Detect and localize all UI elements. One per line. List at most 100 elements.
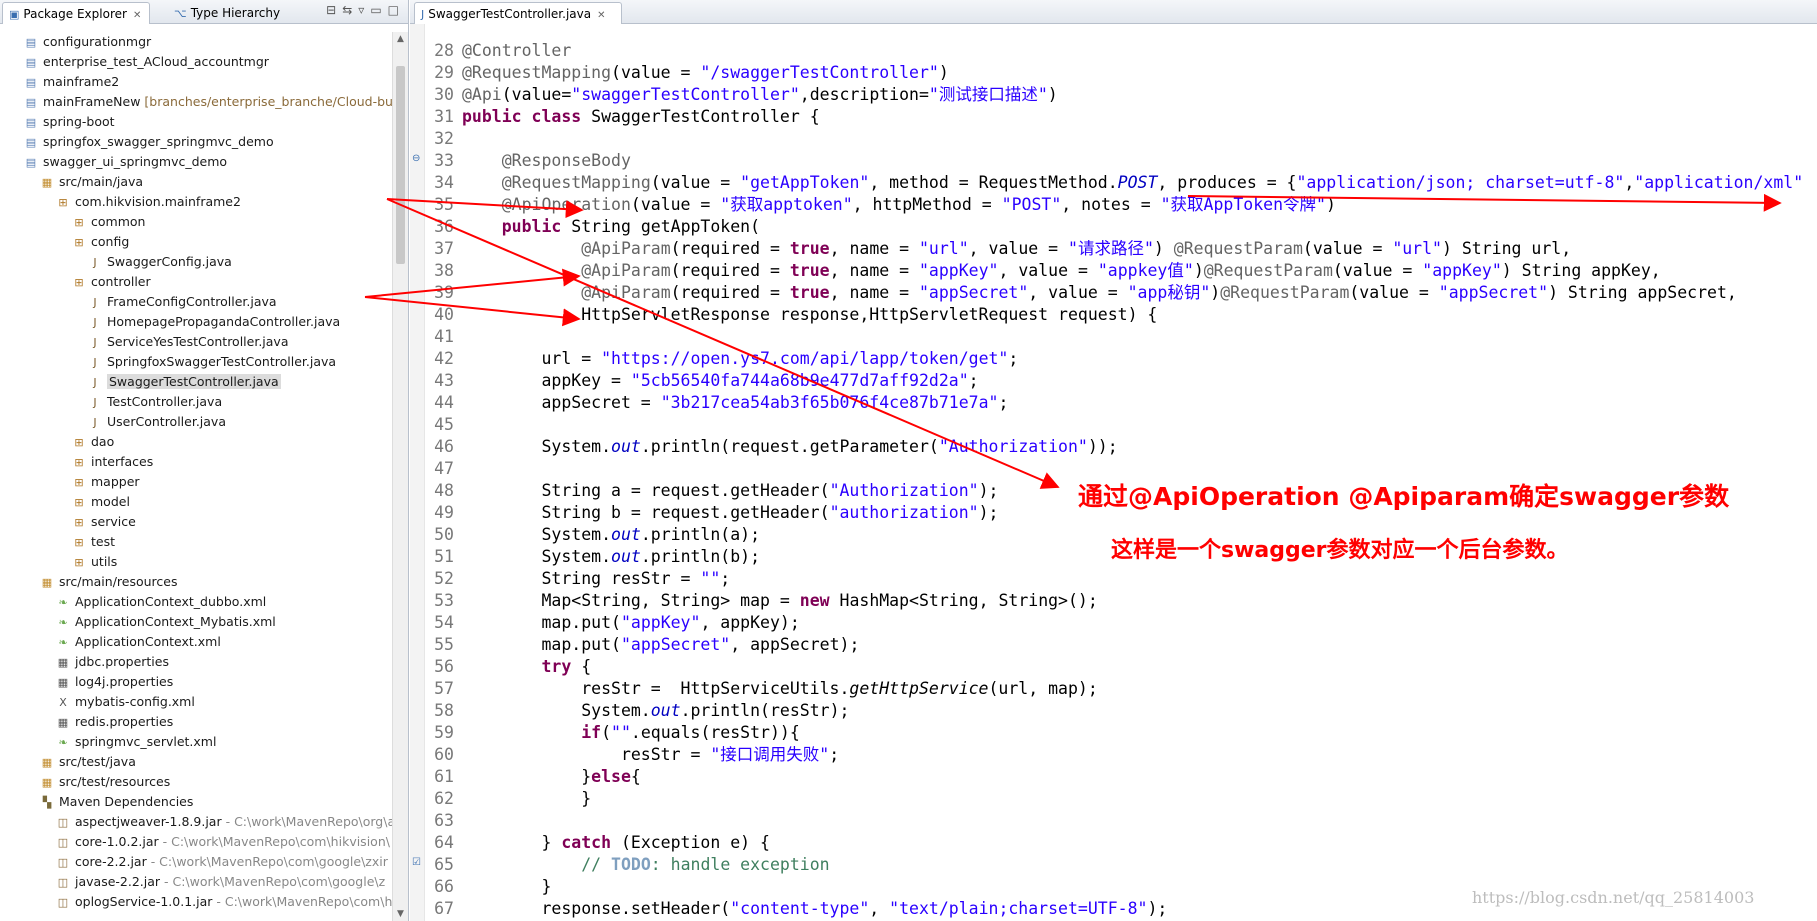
tree-item[interactable]: ◫ javase-2.2.jar - C:\work\MavenRepo\com\… — [0, 872, 392, 892]
code-line[interactable]: 42 url = "https://open.ys7.com/api/lapp/… — [424, 348, 1817, 370]
code-line[interactable]: 58 System.out.println(resStr); — [424, 700, 1817, 722]
tree-item[interactable]: ⊞ interfaces — [0, 452, 392, 472]
tab-type-hierarchy[interactable]: ⌥ Type Hierarchy — [168, 2, 296, 24]
view-menu-icon[interactable]: ▿ — [358, 3, 370, 17]
code-line[interactable]: 65 // TODO: handle exception — [424, 854, 1817, 876]
tree-item[interactable]: ▦ src/test/java — [0, 752, 392, 772]
tree-item[interactable]: ▦ jdbc.properties — [0, 652, 392, 672]
code-token: } — [462, 833, 562, 852]
tree-item[interactable]: ⊞ utils — [0, 552, 392, 572]
tree-item[interactable]: J FrameConfigController.java — [0, 292, 392, 312]
tree-item[interactable]: J UserController.java — [0, 412, 392, 432]
tree-item[interactable]: J SwaggerTestController.java — [0, 372, 392, 392]
tree-item[interactable]: ❧ ApplicationContext_Mybatis.xml — [0, 612, 392, 632]
tree-item[interactable]: ▦ src/test/resources — [0, 772, 392, 792]
tree-item[interactable]: J SpringfoxSwaggerTestController.java — [0, 352, 392, 372]
tree-item[interactable]: ◫ oplogService-1.0.1.jar - C:\work\MavenR… — [0, 892, 393, 912]
task-icon[interactable]: ☑ — [412, 857, 421, 868]
code-line[interactable]: 55 map.put("appSecret", appSecret); — [424, 634, 1817, 656]
spring-xml-icon: ❧ — [58, 736, 68, 749]
code-line[interactable]: 39 @ApiParam(required = true, name = "ap… — [424, 282, 1817, 304]
tree-item[interactable]: ⊞ test — [0, 532, 392, 552]
scroll-down-arrow-icon[interactable]: ▼ — [393, 909, 408, 919]
tree-item[interactable]: ⊞ model — [0, 492, 392, 512]
code-line[interactable]: 64 } catch (Exception e) { — [424, 832, 1817, 854]
tree-item[interactable]: ◫ core-2.2.jar - C:\work\MavenRepo\com\go… — [0, 852, 392, 872]
code-line[interactable]: 46 System.out.println(request.getParamet… — [424, 436, 1817, 458]
code-line[interactable]: 45 — [424, 414, 1817, 436]
code-line[interactable]: 53 Map<String, String> map = new HashMap… — [424, 590, 1817, 612]
tree-item[interactable]: ⊞ controller — [0, 272, 392, 292]
code-line[interactable]: 34 @RequestMapping(value = "getAppToken"… — [424, 172, 1817, 194]
tab-swagger-test-controller[interactable]: J SwaggerTestController.java ✕ — [414, 2, 622, 24]
tree-item[interactable]: ▤ mainframe2 — [0, 72, 392, 92]
code-line[interactable]: 40 HttpServletResponse response,HttpServ… — [424, 304, 1817, 326]
tree-item[interactable]: ▤ springfox_swagger_springmvc_demo — [0, 132, 392, 152]
tree-item[interactable]: ▤ configurationmgr — [0, 32, 392, 52]
link-editor-icon[interactable]: ⇆ — [342, 3, 358, 17]
tree-item[interactable]: ◫ core-1.0.2.jar - C:\work\MavenRepo\com\… — [0, 832, 392, 852]
fold-icon[interactable]: ⊖ — [412, 153, 420, 164]
code-line[interactable]: 43 appKey = "5cb56540fa744a68b9e477d7aff… — [424, 370, 1817, 392]
code-line[interactable]: 31 public class SwaggerTestController { — [424, 106, 1817, 128]
code-line[interactable]: 36 public String getAppToken( — [424, 216, 1817, 238]
tree-item[interactable]: J TestController.java — [0, 392, 392, 412]
tree-item[interactable]: ⊞ dao — [0, 432, 392, 452]
code-line[interactable]: 59 if("".equals(resStr)){ — [424, 722, 1817, 744]
tree-item[interactable]: ▤ mainFrameNew [branches/enterprise_branc… — [0, 92, 405, 112]
maximize-icon[interactable]: □ — [388, 3, 405, 17]
tree-item[interactable]: ❧ springmvc_servlet.xml — [0, 732, 392, 752]
code-line[interactable]: 54 map.put("appKey", appKey); — [424, 612, 1817, 634]
code-line[interactable]: 28 @Controller — [424, 40, 1817, 62]
tree-item[interactable]: ▚ Maven Dependencies — [0, 792, 392, 812]
tree-item[interactable]: J HomepagePropagandaController.java — [0, 312, 392, 332]
tree-item[interactable]: ❧ ApplicationContext_dubbo.xml — [0, 592, 392, 612]
code-line[interactable]: 38 @ApiParam(required = true, name = "ap… — [424, 260, 1817, 282]
tree-item[interactable]: ▦ src/main/resources — [0, 572, 392, 592]
tree-item[interactable]: ▦ log4j.properties — [0, 672, 392, 692]
minimize-icon[interactable]: ▭ — [370, 3, 387, 17]
code-token: , notes = — [1061, 195, 1161, 214]
tree-item[interactable]: ▦ src/main/java — [0, 172, 392, 192]
tree-item[interactable]: ▦ redis.properties — [0, 712, 392, 732]
code-line[interactable]: 32 — [424, 128, 1817, 150]
code-line[interactable]: 44 appSecret = "3b217cea54ab3f65b076f4ce… — [424, 392, 1817, 414]
tree-item[interactable]: ⊞ service — [0, 512, 392, 532]
code-line[interactable]: 37 @ApiParam(required = true, name = "ur… — [424, 238, 1817, 260]
tree-item-label: UserController.java — [107, 414, 226, 429]
tree-item-label: SwaggerTestController.java — [107, 374, 281, 389]
tree-scrollbar[interactable]: ▲ ▼ — [392, 32, 408, 921]
tree-item[interactable]: J SwaggerConfig.java — [0, 252, 392, 272]
close-icon[interactable]: ✕ — [597, 5, 605, 27]
code-line[interactable]: 52 String resStr = ""; — [424, 568, 1817, 590]
scrollbar-thumb[interactable] — [396, 66, 405, 264]
tree-item[interactable]: J ServiceYesTestController.java — [0, 332, 392, 352]
tab-package-explorer[interactable]: ▣ Package Explorer ✕ — [2, 2, 150, 24]
tree-item[interactable]: ◫ aspectjweaver-1.8.9.jar - C:\work\Maven… — [0, 812, 395, 832]
code-line[interactable]: 63 — [424, 810, 1817, 832]
collapse-all-icon[interactable]: ⊟ — [326, 3, 342, 17]
code-line[interactable]: 60 resStr = "接口调用失败"; — [424, 744, 1817, 766]
tree-item[interactable]: ⊞ common — [0, 212, 392, 232]
tree-item[interactable]: ❧ ApplicationContext.xml — [0, 632, 392, 652]
tree-item[interactable]: ⊞ com.hikvision.mainframe2 — [0, 192, 392, 212]
tree-item[interactable]: ⊞ mapper — [0, 472, 392, 492]
code-line[interactable]: 33 @ResponseBody — [424, 150, 1817, 172]
code-line[interactable]: 57 resStr = HttpServiceUtils.getHttpServ… — [424, 678, 1817, 700]
code-line[interactable]: 61 }else{ — [424, 766, 1817, 788]
code-line[interactable]: 29 @RequestMapping(value = "/swaggerTestC… — [424, 62, 1817, 84]
code-line[interactable]: 30 @Api(value="swaggerTestController",des… — [424, 84, 1817, 106]
scroll-up-arrow-icon[interactable]: ▲ — [393, 34, 408, 44]
tree-item[interactable]: ▤ spring-boot — [0, 112, 392, 132]
code-line[interactable]: 41 — [424, 326, 1817, 348]
code-line[interactable]: 62 } — [424, 788, 1817, 810]
line-number: 65 — [434, 855, 454, 874]
code-line[interactable]: 56 try { — [424, 656, 1817, 678]
tree-item[interactable]: Xmybatis-config.xml — [0, 692, 392, 712]
tree-item[interactable]: ⊞ config — [0, 232, 392, 252]
code-token: : handle exception — [650, 855, 830, 874]
code-line[interactable]: 35 @ApiOperation(value = "获取apptoken", h… — [424, 194, 1817, 216]
close-icon[interactable]: ✕ — [133, 5, 141, 27]
tree-item[interactable]: ▤ enterprise_test_ACloud_accountmgr — [0, 52, 392, 72]
tree-item[interactable]: ▤ swagger_ui_springmvc_demo — [0, 152, 392, 172]
